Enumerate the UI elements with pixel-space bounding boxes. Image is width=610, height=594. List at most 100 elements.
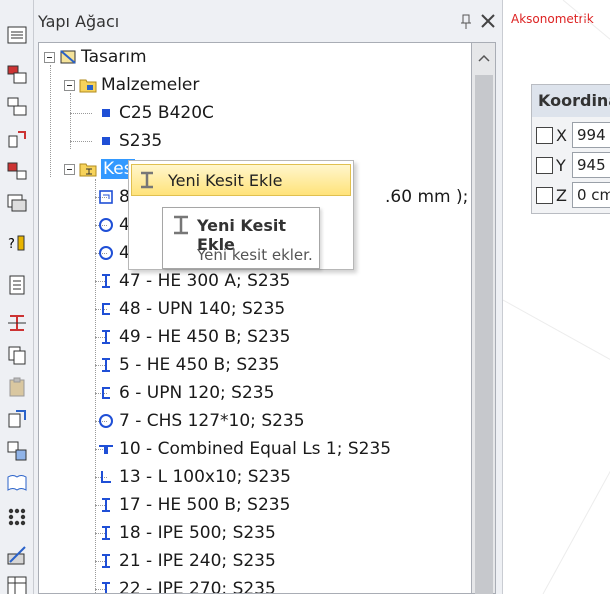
scroll-up-button[interactable] [472,43,495,73]
copy-icon[interactable] [4,342,30,368]
tooltip: Yeni Kesit Ekle Yeni kesit ekler. [162,207,320,269]
section-item[interactable]: 13 - L 100x10; S235 [97,464,291,490]
i-beam-icon [97,356,115,374]
i-beam-icon [174,215,188,235]
section-label: 5 - HE 450 B; S235 [119,355,280,375]
lock-z-checkbox[interactable] [536,186,553,204]
partial-section-label: .60 mm ); [385,187,469,207]
z-coordinate-input[interactable]: 0 cm [572,182,610,208]
export-icon[interactable] [4,406,30,432]
sections-folder-icon [79,160,97,178]
chevron-up-icon [477,54,490,62]
layers-icon[interactable] [4,62,30,88]
section-item[interactable]: 4 [97,240,130,266]
i-beam-icon [97,580,115,593]
section-item[interactable]: 49 - HE 450 B; S235 [97,324,290,350]
material-square-icon [97,132,115,150]
tree-node-materials[interactable]: Malzemeler [79,72,199,98]
transfer-icon[interactable] [4,126,30,152]
section-label: 7 - CHS 127*10; S235 [119,411,305,431]
i-beam-icon [97,496,115,514]
section-item[interactable]: 5 - HE 450 B; S235 [97,352,280,378]
tree-scrollbar[interactable] [472,42,496,594]
circle-section-icon [97,412,115,430]
list-icon[interactable] [4,22,30,48]
add-new-section-menu-item[interactable]: Yeni Kesit Ekle [131,164,351,196]
tree-node-materials-label: Malzemeler [101,75,200,95]
custom-section-icon [97,188,115,206]
x-coordinate-input[interactable]: 994 [572,122,610,148]
material-label: C25 B420C [119,103,214,123]
section-item[interactable]: 18 - IPE 500; S235 [97,520,276,546]
section-item[interactable]: 8 [97,184,130,210]
lock-x-checkbox[interactable] [536,126,553,144]
tree-node-material-s235[interactable]: S235 [97,128,162,154]
section-item[interactable]: 6 - UPN 120; S235 [97,380,274,406]
duplicate-icon[interactable] [4,438,30,464]
folder-icon [79,76,97,94]
close-icon[interactable] [480,13,496,29]
circle-section-icon [97,244,115,262]
i-beam-icon [97,328,115,346]
panel-title: Yapı Ağacı [38,12,120,31]
query-icon[interactable]: ? [4,230,30,256]
expander-materials[interactable] [64,80,75,91]
table-icon[interactable] [4,572,30,594]
i-beam-icon [97,272,115,290]
i-beam-icon [97,524,115,542]
i-beam-icon [132,170,162,190]
left-toolbar: ? [0,0,34,594]
svg-text:?: ? [8,237,15,252]
section-item[interactable]: 17 - HE 500 B; S235 [97,492,290,518]
angle-section-icon [97,468,115,486]
section-label: 49 - HE 450 B; S235 [119,327,291,347]
scroll-thumb[interactable] [475,75,493,594]
section-label: 48 - UPN 140; S235 [119,299,286,319]
y-coordinate-input[interactable]: 945 [572,152,610,178]
structure-tree-panel: Yapı Ağacı Tasarım Malzemeler C25 B420C … [34,0,502,594]
section-label: 10 - Combined Equal Ls 1; S235 [119,439,392,459]
design-icon [59,48,77,66]
paste-icon[interactable] [4,374,30,400]
tree-node-root[interactable]: Tasarım [59,44,147,70]
book-icon[interactable] [4,470,30,496]
edit-icon[interactable] [4,542,30,568]
coordinate-row-x: X 994 [536,121,610,149]
points-icon[interactable] [4,504,30,530]
section-item[interactable]: 47 - HE 300 A; S235 [97,268,290,294]
report-icon[interactable] [4,272,30,298]
channel-section-icon [97,384,115,402]
material-label: S235 [119,131,163,151]
pin-icon[interactable] [459,14,473,30]
tooltip-description: Yeni kesit ekler. [197,246,313,264]
stack-icon[interactable] [4,190,30,216]
section-item[interactable]: 48 - UPN 140; S235 [97,296,285,322]
tree-view[interactable]: Tasarım Malzemeler C25 B420C S235 Kes 8 [38,42,472,594]
section-item[interactable]: 21 - IPE 240; S235 [97,548,276,574]
circle-section-icon [97,216,115,234]
section-label: 18 - IPE 500; S235 [119,523,276,543]
section-item[interactable]: 10 - Combined Equal Ls 1; S235 [97,436,391,462]
section-label: 13 - L 100x10; S235 [119,467,291,487]
copy-layer-icon[interactable] [4,94,30,120]
menu-item-label: Yeni Kesit Ekle [168,170,283,190]
tree-node-sections[interactable]: Kes [79,156,135,182]
section-icon[interactable] [4,310,30,336]
lock-y-checkbox[interactable] [536,156,553,174]
channel-section-icon [97,300,115,318]
section-label: 17 - HE 500 B; S235 [119,495,291,515]
coordinate-row-z: Z 0 cm [536,181,610,209]
expander-root[interactable] [44,52,55,63]
double-angle-icon [97,440,115,458]
expander-sections[interactable] [64,164,75,175]
axonometric-viewport[interactable]: Aksonometrik Koordinat X 994 Y 945 Z 0 c… [502,0,610,594]
material-square-icon [97,104,115,122]
section-item[interactable]: 7 - CHS 127*10; S235 [97,408,305,434]
axis-x-label: X [556,125,567,145]
coordinate-row-y: Y 945 [536,151,610,179]
section-label: 47 - HE 300 A; S235 [119,271,291,291]
tree-node-material-c25[interactable]: C25 B420C [97,100,214,126]
section-item[interactable]: 4 [97,212,130,238]
section-item[interactable]: 22 - IPE 270; S235 [97,576,276,593]
split-icon[interactable] [4,158,30,184]
